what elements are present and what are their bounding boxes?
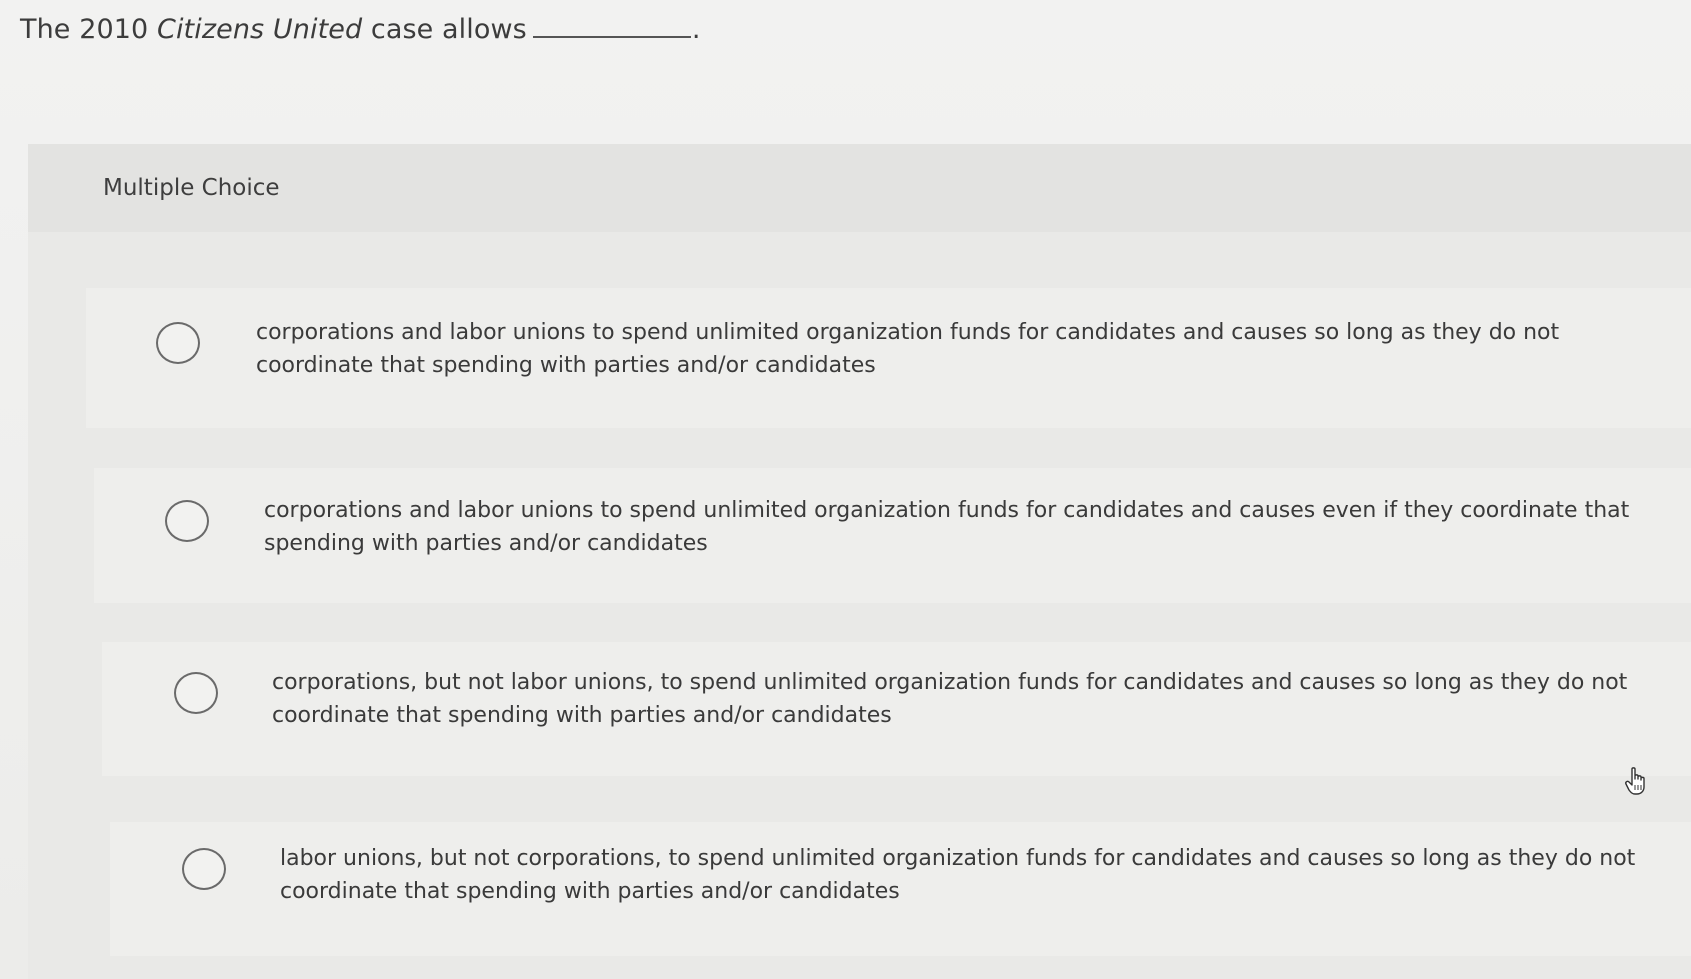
radio-button-unselected-icon[interactable] xyxy=(165,500,209,542)
choice-option-c[interactable]: corporations, but not labor unions, to s… xyxy=(102,642,1691,776)
question-prompt: The 2010 Citizens United case allows. xyxy=(20,14,701,45)
quiz-page: The 2010 Citizens United case allows. Mu… xyxy=(0,0,1691,979)
choice-text-a: corporations and labor unions to spend u… xyxy=(256,320,1560,378)
choice-text-b: corporations and labor unions to spend u… xyxy=(264,498,1630,556)
choice-text-d: labor unions, but not corporations, to s… xyxy=(280,846,1636,904)
panel-header-label: Multiple Choice xyxy=(103,175,280,201)
radio-button-unselected-icon[interactable] xyxy=(156,322,200,364)
answer-blank xyxy=(532,35,691,38)
question-prefix: The 2010 xyxy=(20,14,157,45)
radio-button-unselected-icon[interactable] xyxy=(174,672,218,714)
question-period: . xyxy=(691,14,701,45)
radio-button-unselected-icon[interactable] xyxy=(182,848,226,890)
multiple-choice-panel: Multiple Choice corporations and labor u… xyxy=(28,144,1691,979)
choice-option-b[interactable]: corporations and labor unions to spend u… xyxy=(94,468,1691,603)
question-suffix: case allows xyxy=(362,14,527,45)
question-case-name: Citizens United xyxy=(157,14,363,45)
hand-pointer-cursor-icon xyxy=(1625,767,1645,795)
choice-option-a[interactable]: corporations and labor unions to spend u… xyxy=(86,288,1691,428)
choices-list: corporations and labor unions to spend u… xyxy=(28,232,1691,979)
choice-text-c: corporations, but not labor unions, to s… xyxy=(272,670,1628,728)
panel-header: Multiple Choice xyxy=(28,144,1691,232)
choice-option-d[interactable]: labor unions, but not corporations, to s… xyxy=(110,822,1691,956)
